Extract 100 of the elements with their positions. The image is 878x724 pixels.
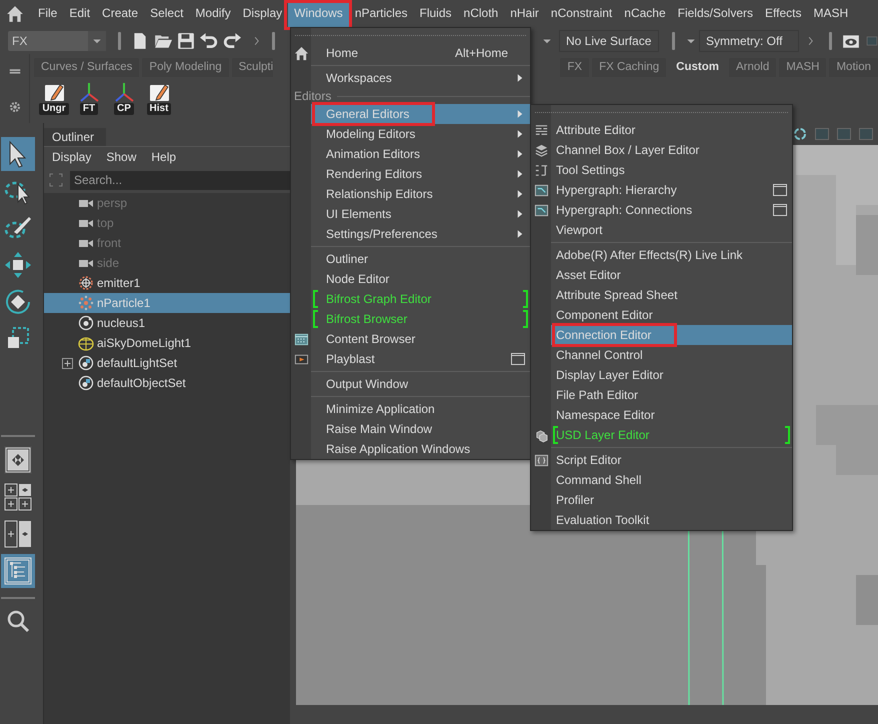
shelf-button[interactable]: Hist bbox=[143, 81, 175, 115]
cubes-icon bbox=[534, 428, 548, 442]
menu-item[interactable]: Animation Editors bbox=[311, 144, 530, 164]
menu-item[interactable]: Component Editor bbox=[551, 305, 792, 325]
menu-item[interactable]: Bifrost Graph Editor bbox=[311, 289, 530, 309]
menu-title[interactable]: Select bbox=[144, 0, 190, 27]
menu-item[interactable]: Adobe(R) After Effects(R) Live Link bbox=[551, 245, 792, 265]
menu-item[interactable]: Attribute Spread Sheet bbox=[551, 285, 792, 305]
menu-title[interactable]: nConstraint bbox=[544, 0, 618, 27]
four-view-layout-icon[interactable] bbox=[3, 482, 33, 512]
menu-item[interactable]: Hypergraph: Connections bbox=[551, 200, 792, 220]
menu-title[interactable]: File bbox=[32, 0, 64, 27]
set-icon bbox=[78, 355, 94, 371]
menu-item[interactable]: Output Window bbox=[311, 374, 530, 394]
menu-item[interactable]: Rendering Editors bbox=[311, 164, 530, 184]
menu-item[interactable]: Node Editor bbox=[311, 269, 530, 289]
menu-item[interactable]: Hypergraph: Hierarchy bbox=[551, 180, 792, 200]
scene-node-row[interactable]: aiSkyDomeLight1 bbox=[44, 333, 290, 353]
menu-item[interactable]: Raise Main Window bbox=[311, 419, 530, 439]
menu-item[interactable]: Raise Application Windows bbox=[311, 439, 530, 459]
menu-item[interactable]: UI Elements bbox=[311, 204, 530, 224]
panel-menu-item[interactable]: Display bbox=[52, 148, 92, 166]
settings-icon[interactable] bbox=[8, 100, 22, 114]
menu-item[interactable]: Settings/Preferences bbox=[311, 224, 530, 244]
rotate-tool-icon[interactable] bbox=[3, 287, 33, 317]
scene-node-row[interactable]: emitter1 bbox=[44, 273, 290, 293]
menu-item[interactable]: Channel Control bbox=[551, 345, 792, 365]
undo-icon[interactable] bbox=[200, 32, 218, 50]
menu-title[interactable]: nCache bbox=[618, 0, 672, 27]
menu-item[interactable]: Viewport bbox=[551, 220, 792, 240]
search-field[interactable]: Search... bbox=[70, 170, 290, 190]
menu-item[interactable]: Command Shell bbox=[551, 470, 792, 490]
single-view-layout-icon[interactable] bbox=[3, 445, 33, 475]
menu-item[interactable]: Content Browser bbox=[311, 329, 530, 349]
menu-item[interactable]: Modeling Editors bbox=[311, 124, 530, 144]
home-icon[interactable] bbox=[6, 4, 24, 22]
menu-item[interactable]: Minimize Application bbox=[311, 399, 530, 419]
scene-node-row[interactable]: nucleus1 bbox=[44, 313, 290, 333]
menu-title[interactable]: Edit bbox=[63, 0, 96, 27]
menu-title[interactable]: MASH bbox=[807, 0, 854, 27]
panel-menu-item[interactable]: Show bbox=[106, 148, 136, 166]
menu-item[interactable]: Display Layer Editor bbox=[551, 365, 792, 385]
save-icon[interactable] bbox=[177, 32, 195, 50]
panel-tab[interactable]: Outliner bbox=[44, 128, 106, 146]
menu-item[interactable]: Asset Editor bbox=[551, 265, 792, 285]
menu-item[interactable]: Attribute Editor bbox=[551, 120, 792, 140]
outliner-layout-icon[interactable] bbox=[3, 556, 33, 586]
menu-item[interactable]: File Path Editor bbox=[551, 385, 792, 405]
bracket-icon bbox=[523, 290, 528, 308]
menu-item[interactable]: Profiler bbox=[551, 490, 792, 510]
menu-item[interactable]: Outliner bbox=[311, 249, 530, 269]
shelf-tab[interactable]: MASH bbox=[779, 58, 826, 77]
shelf-tab[interactable]: FX Caching bbox=[592, 58, 666, 77]
menu-item[interactable]: Tool Settings bbox=[551, 160, 792, 180]
graph-icon bbox=[534, 182, 548, 198]
menu-title[interactable]: Effects bbox=[759, 0, 808, 27]
section-label: Editors bbox=[294, 88, 332, 105]
menu-set-dropdown[interactable]: FX bbox=[8, 30, 106, 50]
menu-title[interactable]: Fluids bbox=[414, 0, 458, 27]
menu-item[interactable]: Relationship Editors bbox=[311, 184, 530, 204]
shelf-tab[interactable]: Motion bbox=[829, 58, 878, 77]
shelf-button[interactable]: CP bbox=[108, 81, 140, 115]
option-box-icon[interactable] bbox=[772, 202, 788, 218]
layers-icon bbox=[534, 142, 548, 158]
menu-title[interactable]: nCloth bbox=[458, 0, 504, 27]
shelf-tab[interactable]: Curves / Surfaces bbox=[34, 58, 140, 77]
menu-title[interactable]: Create bbox=[96, 0, 144, 27]
option-box-icon[interactable] bbox=[772, 182, 788, 198]
two-view-layout-icon[interactable] bbox=[3, 519, 33, 549]
wireframe-icon[interactable] bbox=[792, 126, 808, 142]
redo-icon[interactable] bbox=[223, 32, 241, 50]
option-box-icon[interactable] bbox=[510, 351, 526, 367]
menu-item[interactable]: Home Alt+Home bbox=[311, 43, 530, 63]
shelf-tab[interactable]: Sculpti bbox=[232, 58, 274, 77]
menu-item[interactable]: Bifrost Browser bbox=[311, 309, 530, 329]
menu-item[interactable]: Playblast bbox=[311, 349, 530, 369]
menu-item[interactable]: Channel Box / Layer Editor bbox=[551, 140, 792, 160]
shelf-tab[interactable]: Arnold bbox=[728, 58, 776, 77]
menu-title[interactable]: nHair bbox=[504, 0, 545, 27]
home-icon bbox=[294, 46, 308, 60]
shelf-button[interactable]: FT bbox=[73, 81, 105, 115]
live-surface-field[interactable]: No Live Surface bbox=[559, 30, 659, 52]
menu-item[interactable]: Namespace Editor bbox=[551, 405, 792, 425]
menu-title[interactable]: nParticles bbox=[348, 0, 414, 27]
shelf-tab[interactable]: Poly Modeling bbox=[142, 58, 229, 77]
scene-node-row[interactable]: defaultObjectSet bbox=[44, 373, 290, 393]
menu-title[interactable]: Display bbox=[236, 0, 288, 27]
shelf-button[interactable]: Ungr bbox=[38, 81, 70, 115]
move-tool-icon[interactable] bbox=[3, 250, 33, 280]
menu-item[interactable]: Script Editor bbox=[551, 450, 792, 470]
symmetry-field[interactable]: Symmetry: Off bbox=[699, 30, 799, 52]
menu-item[interactable]: USD Layer Editor bbox=[551, 425, 792, 445]
menu-title[interactable]: Fields/Solvers bbox=[672, 0, 759, 27]
menu-item[interactable]: Workspaces bbox=[311, 68, 530, 88]
expand-icon[interactable] bbox=[62, 358, 73, 368]
panel-menu-item[interactable]: Help bbox=[151, 148, 176, 166]
scene-node-row[interactable]: defaultLightSet bbox=[44, 353, 290, 373]
menu-title[interactable]: Modify bbox=[189, 0, 237, 27]
menu-item[interactable]: Evaluation Toolkit bbox=[551, 510, 792, 530]
shelf-tab[interactable]: FX bbox=[560, 58, 590, 77]
